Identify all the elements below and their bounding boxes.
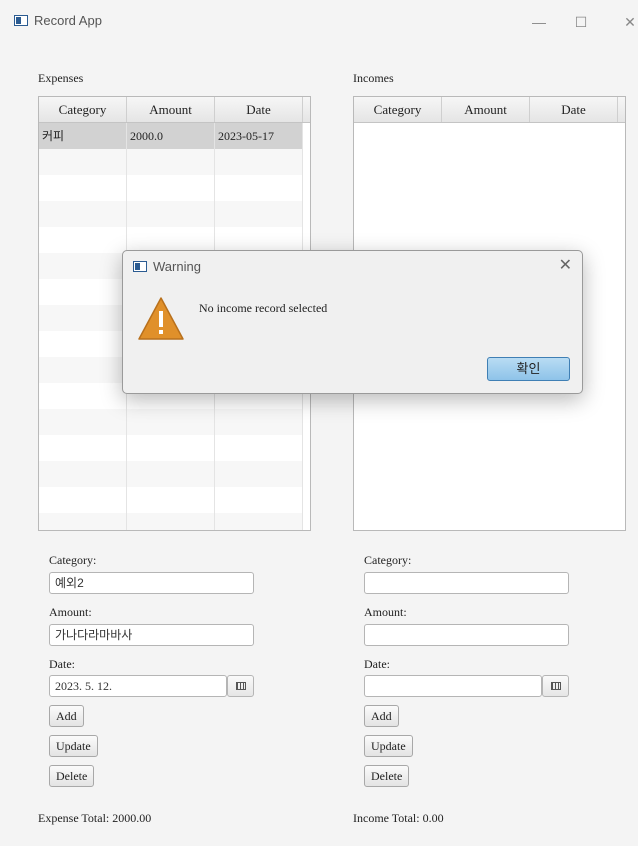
empty-cell <box>215 201 303 227</box>
expenses-label: Expenses <box>38 71 84 85</box>
app-window: Record App — ☐ ✕ Expenses Category Amoun… <box>8 8 638 846</box>
empty-table-row <box>39 175 303 201</box>
empty-cell <box>215 149 303 175</box>
expense-calendar-button[interactable] <box>227 675 254 697</box>
dialog-message: No income record selected <box>199 301 328 315</box>
close-button[interactable]: ✕ <box>616 11 638 33</box>
expense-category-field[interactable]: 예외2 <box>49 572 254 594</box>
income-total: Income Total: 0.00 <box>353 811 444 825</box>
empty-cell <box>39 149 127 175</box>
incomes-col-date[interactable]: Date <box>530 97 618 122</box>
calendar-icon <box>551 682 561 690</box>
empty-cell <box>39 409 127 435</box>
dialog-title: Warning <box>153 259 201 274</box>
app-icon <box>14 15 28 26</box>
table-row[interactable]: 커피 2000.0 2023-05-17 <box>39 123 303 149</box>
incomes-label: Incomes <box>353 71 394 85</box>
empty-cell <box>127 513 215 530</box>
empty-table-row <box>39 461 303 487</box>
empty-cell <box>39 253 127 279</box>
expenses-table-header: Category Amount Date <box>39 97 310 123</box>
empty-cell <box>39 435 127 461</box>
empty-cell <box>39 357 127 383</box>
expenses-col-amount[interactable]: Amount <box>127 97 215 122</box>
income-calendar-button[interactable] <box>542 675 569 697</box>
expense-delete-button[interactable]: Delete <box>49 765 95 787</box>
expense-update-button[interactable]: Update <box>49 735 98 757</box>
income-date-label: Date: <box>364 657 390 671</box>
empty-cell <box>215 487 303 513</box>
warning-icon <box>138 297 184 340</box>
income-update-button[interactable]: Update <box>364 735 413 757</box>
empty-cell <box>215 513 303 530</box>
empty-table-row <box>39 487 303 513</box>
empty-cell <box>127 149 215 175</box>
cell-amount: 2000.0 <box>127 123 215 149</box>
expenses-col-date[interactable]: Date <box>215 97 303 122</box>
empty-table-row <box>39 513 303 530</box>
dialog-close-button[interactable]: ✕ <box>559 255 572 275</box>
ok-button[interactable]: 확인 <box>487 357 570 381</box>
empty-cell <box>39 331 127 357</box>
title-bar[interactable]: Record App — ☐ ✕ <box>8 8 638 36</box>
empty-cell <box>215 409 303 435</box>
empty-cell <box>39 487 127 513</box>
empty-cell <box>127 175 215 201</box>
empty-cell <box>39 513 127 530</box>
income-delete-button[interactable]: Delete <box>364 765 410 787</box>
incomes-col-category[interactable]: Category <box>354 97 442 122</box>
empty-table-row <box>39 409 303 435</box>
window-title: Record App <box>34 13 102 28</box>
empty-cell <box>39 201 127 227</box>
expense-total: Expense Total: 2000.00 <box>38 811 152 825</box>
empty-cell <box>215 461 303 487</box>
income-amount-label: Amount: <box>364 605 407 619</box>
dialog-app-icon <box>133 261 147 272</box>
expense-amount-field[interactable]: 가나다라마바사 <box>49 624 254 646</box>
calendar-icon <box>236 682 246 690</box>
income-date-field[interactable] <box>364 675 542 697</box>
warning-dialog: Warning ✕ No income record selected 확인 <box>122 250 583 394</box>
empty-cell <box>39 227 127 253</box>
incomes-col-amount[interactable]: Amount <box>442 97 530 122</box>
expense-add-button[interactable]: Add <box>49 705 84 727</box>
maximize-button[interactable]: ☐ <box>567 11 595 33</box>
empty-cell <box>127 487 215 513</box>
expense-date-field[interactable]: 2023. 5. 12. <box>49 675 227 697</box>
income-add-button[interactable]: Add <box>364 705 399 727</box>
empty-cell <box>39 461 127 487</box>
empty-table-row <box>39 201 303 227</box>
empty-cell <box>127 409 215 435</box>
empty-cell <box>127 201 215 227</box>
expense-date-label: Date: <box>49 657 75 671</box>
empty-cell <box>39 305 127 331</box>
expense-category-label: Category: <box>49 553 97 567</box>
income-category-label: Category: <box>364 553 412 567</box>
income-amount-field[interactable] <box>364 624 569 646</box>
cell-category: 커피 <box>39 123 127 149</box>
empty-table-row <box>39 435 303 461</box>
empty-cell <box>127 461 215 487</box>
expense-amount-label: Amount: <box>49 605 92 619</box>
empty-cell <box>127 435 215 461</box>
incomes-table-header: Category Amount Date <box>354 97 625 123</box>
cell-date: 2023-05-17 <box>215 123 303 149</box>
empty-cell <box>215 435 303 461</box>
empty-cell <box>39 383 127 409</box>
income-category-field[interactable] <box>364 572 569 594</box>
empty-cell <box>39 175 127 201</box>
empty-cell <box>39 279 127 305</box>
empty-table-row <box>39 149 303 175</box>
expenses-col-category[interactable]: Category <box>39 97 127 122</box>
minimize-button[interactable]: — <box>525 11 553 33</box>
empty-cell <box>215 175 303 201</box>
